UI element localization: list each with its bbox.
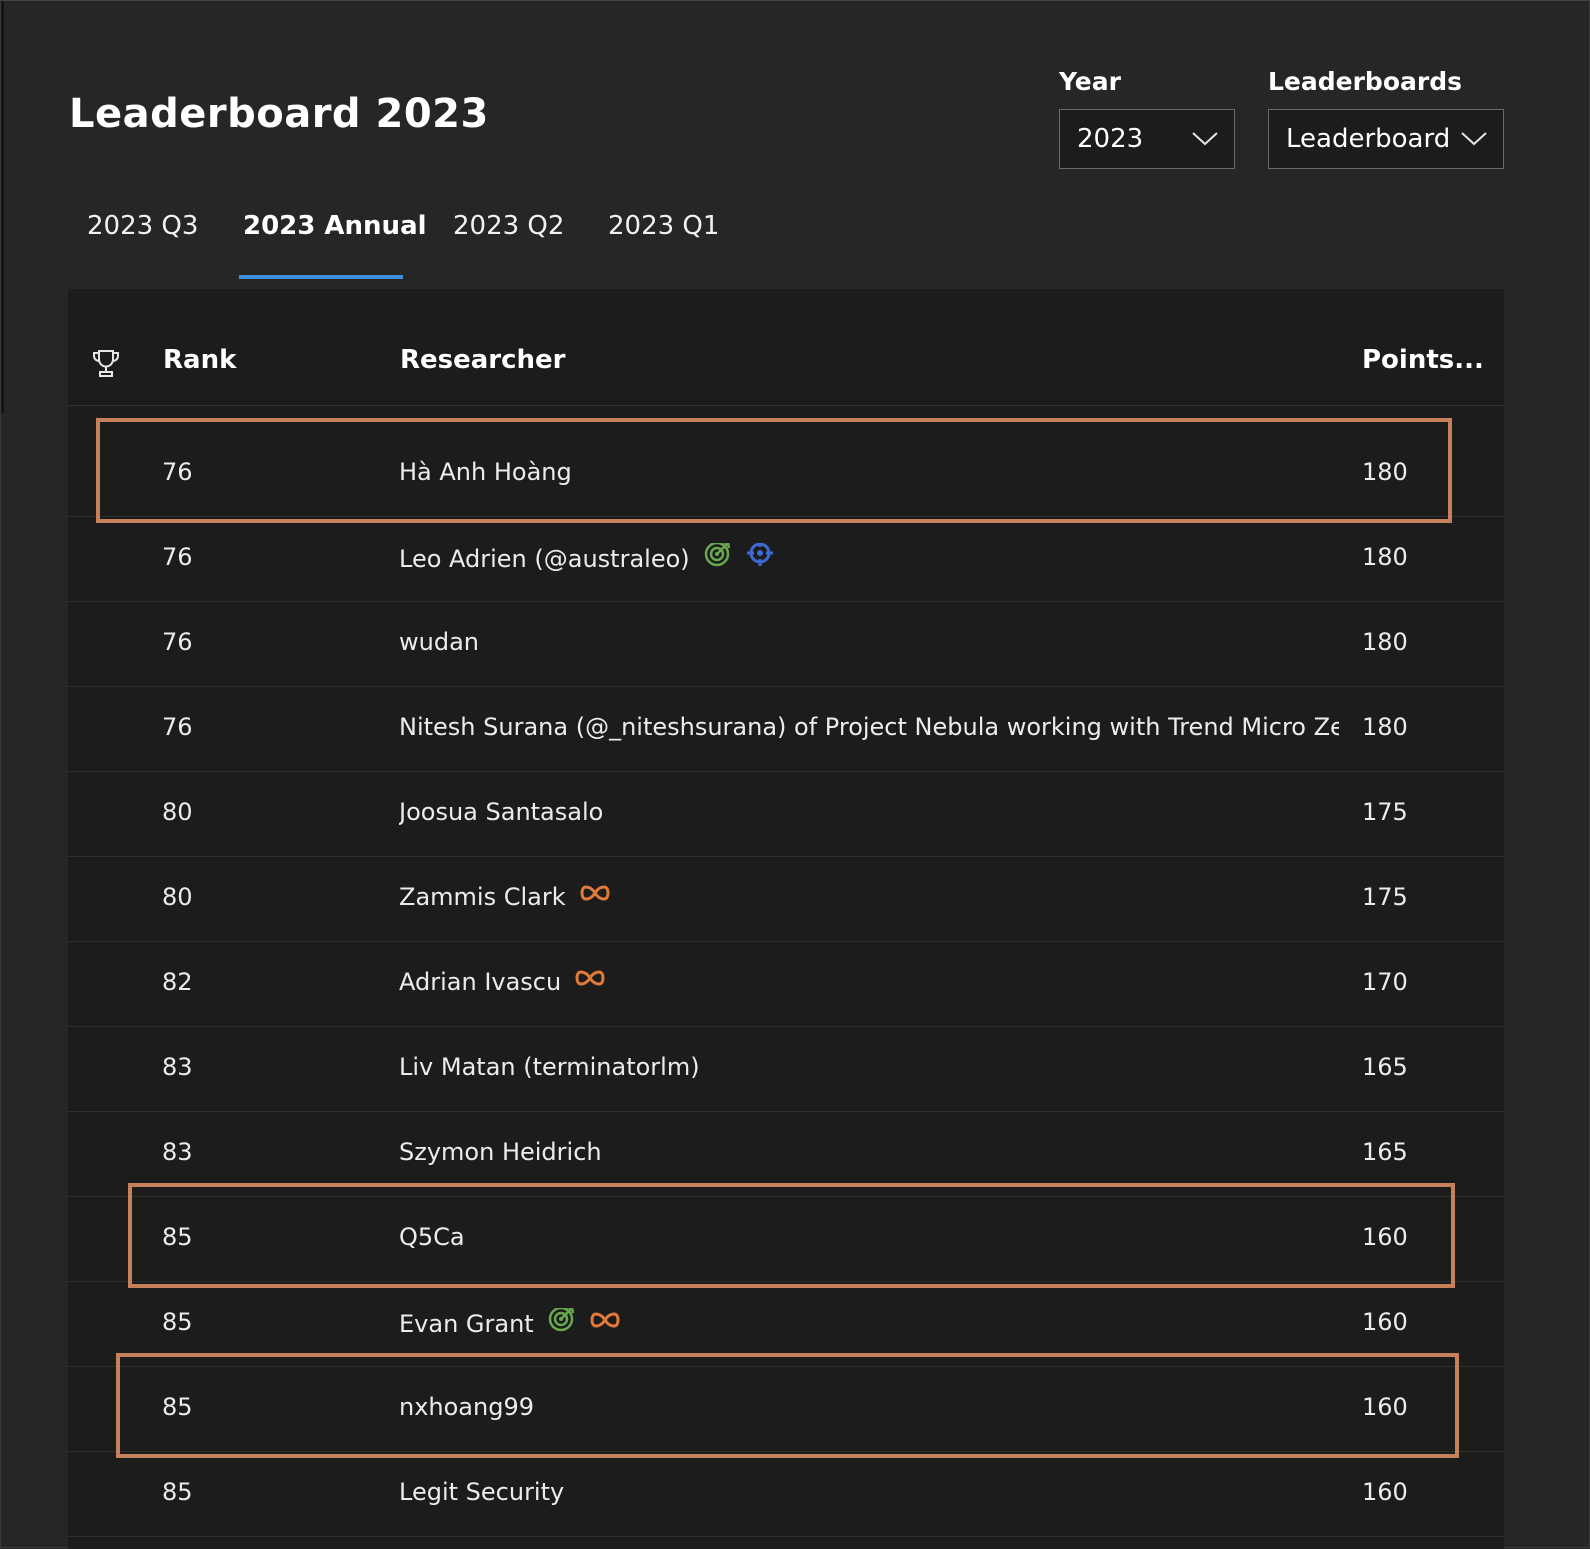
researcher-cell: Evan Grant: [399, 1308, 620, 1342]
points-cell: 160: [1362, 1223, 1408, 1251]
researcher-cell: Legit Security: [399, 1478, 564, 1506]
researcher-name[interactable]: Leo Adrien (@australeo): [399, 545, 690, 573]
infinity-icon[interactable]: [575, 968, 605, 993]
leaderboards-filter: Leaderboards Leaderboard: [1268, 67, 1504, 169]
researcher-cell: Nitesh Surana (@_niteshsurana) of Projec…: [399, 713, 1339, 741]
researcher-name[interactable]: Hà Anh Hoàng: [399, 458, 572, 486]
rank-cell: 76: [162, 628, 193, 656]
left-edge-strip: [1, 1, 4, 413]
researcher-name[interactable]: nxhoang99: [399, 1393, 534, 1421]
year-select[interactable]: 2023: [1059, 109, 1235, 169]
target-icon[interactable]: [704, 543, 732, 573]
rank-cell: 83: [162, 1053, 193, 1081]
points-cell: 160: [1362, 1393, 1408, 1421]
rank-column-header[interactable]: Rank: [163, 345, 236, 375]
rank-cell: 85: [162, 1393, 193, 1421]
year-select-value: 2023: [1077, 124, 1144, 154]
points-cell: 160: [1362, 1308, 1408, 1336]
researcher-name[interactable]: Szymon Heidrich: [399, 1138, 602, 1166]
points-cell: 175: [1362, 883, 1408, 911]
points-cell: 175: [1362, 798, 1408, 826]
points-cell: 180: [1362, 543, 1408, 571]
active-tab-indicator: [239, 275, 403, 279]
researcher-cell: Q5Ca: [399, 1223, 465, 1251]
table-row[interactable]: 83 Liv Matan (terminatorlm) 165: [68, 1027, 1504, 1112]
year-filter-label: Year: [1059, 67, 1121, 96]
rank-cell: 80: [162, 798, 193, 826]
table-row[interactable]: 85 Legit Security 160: [68, 1452, 1504, 1537]
researcher-cell: Liv Matan (terminatorlm): [399, 1053, 700, 1081]
researcher-name[interactable]: wudan: [399, 628, 479, 656]
rank-cell: 82: [162, 968, 193, 996]
rank-cell: 85: [162, 1223, 193, 1251]
points-cell: 180: [1362, 713, 1408, 741]
target-icon[interactable]: [548, 1308, 576, 1338]
table-row[interactable]: 83 Szymon Heidrich 165: [68, 1112, 1504, 1197]
rank-cell: 76: [162, 713, 193, 741]
points-column-header[interactable]: Points...: [1362, 345, 1484, 375]
points-cell: 180: [1362, 628, 1408, 656]
trophy-icon: [93, 350, 119, 377]
leaderboards-select[interactable]: Leaderboard: [1268, 109, 1504, 169]
rank-cell: 76: [162, 458, 193, 486]
researcher-name[interactable]: Legit Security: [399, 1478, 564, 1506]
points-cell: 180: [1362, 458, 1408, 486]
tab-2023-q3[interactable]: 2023 Q3: [87, 211, 198, 241]
researcher-name[interactable]: Nitesh Surana (@_niteshsurana) of Projec…: [399, 713, 1339, 741]
researcher-cell: Zammis Clark: [399, 883, 610, 912]
leaderboard-table: Rank Researcher Points... 76 Hà Anh Hoàng…: [68, 289, 1504, 1549]
rank-cell: 76: [162, 543, 193, 571]
chevron-down-icon: [1461, 132, 1487, 146]
table-header: Rank Researcher Points...: [68, 289, 1504, 406]
table-row[interactable]: 80 Joosua Santasalo 175: [68, 772, 1504, 857]
infinity-icon[interactable]: [580, 883, 610, 908]
infinity-icon[interactable]: [590, 1308, 620, 1335]
leaderboards-select-value: Leaderboard: [1286, 124, 1451, 154]
researcher-name[interactable]: Evan Grant: [399, 1310, 534, 1338]
leaderboards-filter-label: Leaderboards: [1268, 67, 1462, 96]
table-row[interactable]: 80 Zammis Clark 175: [68, 857, 1504, 942]
researcher-cell: Joosua Santasalo: [399, 798, 603, 826]
page-title: Leaderboard 2023: [69, 91, 489, 137]
crosshair-icon[interactable]: [746, 543, 774, 573]
points-cell: 170: [1362, 968, 1408, 996]
rank-cell: 80: [162, 883, 193, 911]
researcher-name[interactable]: Adrian Ivascu: [399, 968, 561, 996]
table-row[interactable]: 85 nxhoang99 160: [68, 1367, 1504, 1452]
rank-cell: 85: [162, 1478, 193, 1506]
points-cell: 165: [1362, 1053, 1408, 1081]
table-row[interactable]: 76 Nitesh Surana (@_niteshsurana) of Proj…: [68, 687, 1504, 772]
rank-cell: 85: [162, 1308, 193, 1336]
chevron-down-icon: [1192, 132, 1218, 146]
table-row[interactable]: 76 Leo Adrien (@australeo) 180: [68, 517, 1504, 602]
tab-2023-q1[interactable]: 2023 Q1: [608, 211, 719, 241]
researcher-name[interactable]: Joosua Santasalo: [399, 798, 603, 826]
tab-2023-annual[interactable]: 2023 Annual: [243, 211, 427, 241]
researcher-cell: Leo Adrien (@australeo): [399, 543, 774, 577]
table-row[interactable]: 85 Q5Ca 160: [68, 1197, 1504, 1282]
researcher-name[interactable]: Zammis Clark: [399, 883, 566, 911]
table-row[interactable]: 76 wudan 180: [68, 602, 1504, 687]
table-row[interactable]: 76 Hà Anh Hoàng 180: [68, 432, 1504, 517]
researcher-column-header[interactable]: Researcher: [400, 345, 566, 375]
researcher-cell: nxhoang99: [399, 1393, 534, 1421]
researcher-cell: Szymon Heidrich: [399, 1138, 602, 1166]
rank-cell: 83: [162, 1138, 193, 1166]
points-cell: 160: [1362, 1478, 1408, 1506]
year-filter: Year 2023: [1059, 67, 1235, 169]
tab-2023-q2[interactable]: 2023 Q2: [453, 211, 564, 241]
researcher-name[interactable]: Q5Ca: [399, 1223, 465, 1251]
researcher-cell: wudan: [399, 628, 479, 656]
table-row[interactable]: 85 Evan Grant 160: [68, 1282, 1504, 1367]
researcher-cell: Adrian Ivascu: [399, 968, 605, 997]
page-frame: Leaderboard 2023 Year 2023 Leaderboards …: [0, 0, 1590, 1549]
points-cell: 165: [1362, 1138, 1408, 1166]
researcher-cell: Hà Anh Hoàng: [399, 458, 572, 486]
researcher-name[interactable]: Liv Matan (terminatorlm): [399, 1053, 700, 1081]
table-row[interactable]: 82 Adrian Ivascu 170: [68, 942, 1504, 1027]
